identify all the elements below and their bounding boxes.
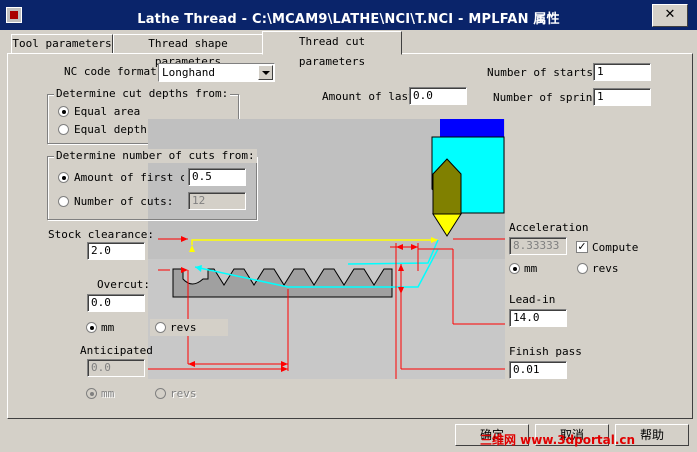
stock-clearance-label: Stock clearance: <box>48 228 154 241</box>
equal-area-label[interactable]: Equal area <box>74 105 140 119</box>
compute-checkbox[interactable]: ✓ <box>576 241 588 253</box>
anticipated-mm-radio[interactable] <box>86 388 97 399</box>
amount-of-first-label[interactable]: Amount of first c <box>74 171 184 185</box>
chevron-down-icon[interactable] <box>258 65 273 80</box>
num-cuts-group <box>47 156 257 220</box>
acceleration-revs-radio[interactable] <box>577 263 588 274</box>
overcut-mm-radio[interactable] <box>86 322 97 333</box>
overcut-input[interactable]: 0.0 <box>87 294 145 312</box>
number-of-cuts-radio[interactable] <box>58 196 69 207</box>
overcut-mm-label[interactable]: mm <box>101 321 114 335</box>
compute-label[interactable]: Compute <box>592 241 638 255</box>
tool-tip <box>432 213 462 237</box>
number-of-spring-label: Number of spring <box>493 91 599 104</box>
equal-area-radio[interactable] <box>58 106 69 117</box>
tool-holder-top <box>440 119 504 137</box>
anticipated-mm-label[interactable]: mm <box>101 387 114 401</box>
amount-of-first-radio[interactable] <box>58 172 69 183</box>
acceleration-mm-label[interactable]: mm <box>524 262 537 276</box>
tab-thread-shape-parameters[interactable]: Thread shape parameters <box>113 34 263 68</box>
overcut-revs-label[interactable]: revs <box>170 321 197 335</box>
cut-depths-group-title: Determine cut depths from: <box>54 87 231 101</box>
anticipated-input[interactable]: 0.0 <box>87 359 145 377</box>
amount-of-last-input[interactable]: 0.0 <box>409 87 467 105</box>
lead-in-input[interactable]: 14.0 <box>509 309 567 327</box>
nc-code-format-value: Longhand <box>162 66 215 79</box>
tool-path-rapid <box>191 239 438 245</box>
equal-depths-radio[interactable] <box>58 124 69 135</box>
number-of-cuts-input[interactable]: 12 <box>188 192 246 210</box>
amount-of-first-input[interactable]: 0.5 <box>188 168 246 186</box>
tab-tool-parameters[interactable]: Tool parameters <box>11 34 113 54</box>
nc-code-format-select[interactable]: Longhand <box>158 63 275 82</box>
anticipated-revs-radio[interactable] <box>155 388 166 399</box>
anticipated-label: Anticipated <box>80 344 153 357</box>
number-of-cuts-label[interactable]: Number of cuts: <box>74 195 173 209</box>
anticipated-revs-label[interactable]: revs <box>170 387 197 401</box>
acceleration-input[interactable]: 8.33333 <box>509 237 567 255</box>
finish-pass-label: Finish pass <box>509 345 582 358</box>
number-of-starts-input[interactable]: 1 <box>593 63 651 81</box>
num-cuts-group-title: Determine number of cuts from: <box>54 149 257 163</box>
tab-thread-cut-parameters[interactable]: Thread cut parameters <box>262 31 402 68</box>
equal-depths-label[interactable]: Equal depths <box>74 123 153 137</box>
number-of-starts-label: Number of starts: <box>487 66 600 79</box>
acceleration-label: Acceleration <box>509 221 589 234</box>
number-of-spring-input[interactable]: 1 <box>593 88 651 106</box>
window-title: Lathe Thread - C:\MCAM9\LATHE\NCI\T.NCI … <box>137 12 560 27</box>
nc-code-format-label: NC code format: <box>64 65 164 78</box>
acceleration-mm-radio[interactable] <box>509 263 520 274</box>
stock-clearance-input[interactable]: 2.0 <box>87 242 145 260</box>
acceleration-revs-label[interactable]: revs <box>592 262 619 276</box>
close-button[interactable]: ✕ <box>652 4 688 27</box>
watermark-text: 三维网 www.3dportal.cn <box>480 433 636 447</box>
amount-of-last-label: Amount of last <box>322 90 415 103</box>
finish-pass-input[interactable]: 0.01 <box>509 361 567 379</box>
lead-in-label: Lead-in <box>509 293 556 306</box>
overcut-label: Overcut: <box>97 278 150 291</box>
overcut-revs-radio[interactable] <box>155 322 166 333</box>
